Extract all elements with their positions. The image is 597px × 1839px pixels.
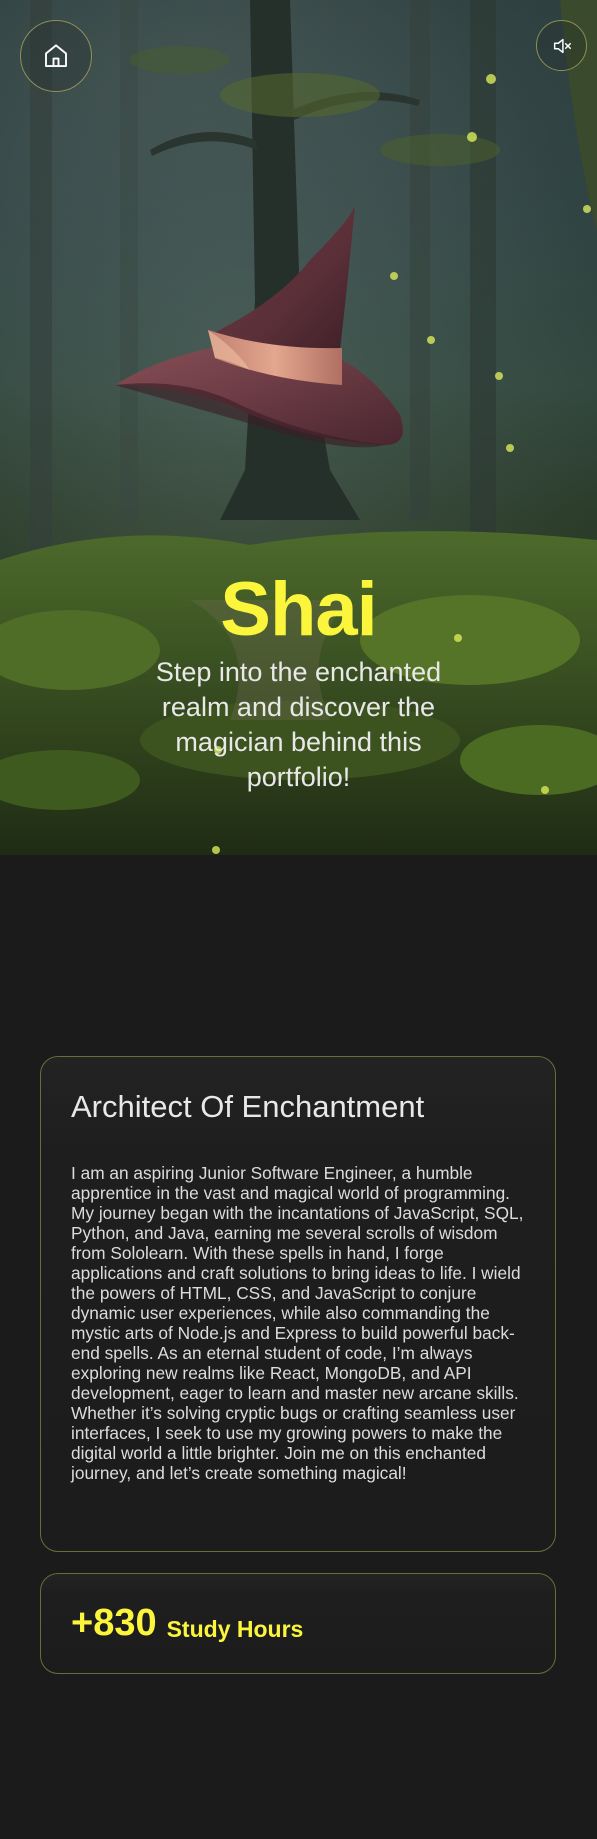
study-hours-label: Study Hours: [166, 1616, 304, 1642]
about-title: Architect Of Enchantment: [71, 1089, 425, 1124]
hero-section: Shai Step into the enchanted realm and d…: [0, 0, 597, 855]
home-icon: [45, 44, 67, 67]
about-body: I am an aspiring Junior Software Enginee…: [71, 1163, 524, 1483]
about-card: Architect Of Enchantment I am an aspirin…: [40, 1056, 556, 1552]
wizard-hat-illustration: [115, 205, 403, 448]
study-hours-value: +830: [71, 1602, 157, 1644]
hero-text-block: Shai Step into the enchanted realm and d…: [0, 565, 597, 795]
study-hours-card: +830 Study Hours: [40, 1573, 556, 1674]
mute-button[interactable]: [536, 20, 587, 71]
hero-tagline: Step into the enchanted realm and discov…: [155, 657, 442, 792]
home-button[interactable]: [20, 20, 92, 92]
speaker-muted-icon: [553, 38, 571, 53]
hero-name: Shai: [220, 567, 378, 652]
